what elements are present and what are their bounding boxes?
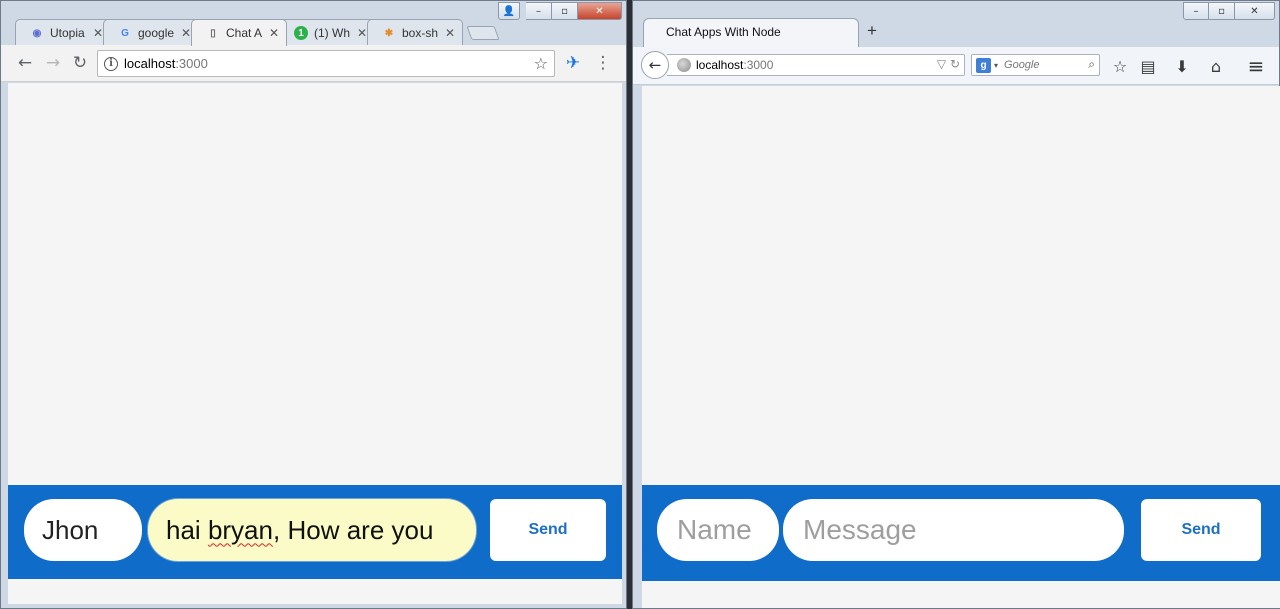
search-box[interactable]: g ▾ Google ⌕ xyxy=(971,54,1100,76)
firefox-toolbar: localhost:3000 ▽ ↻ ← g ▾ Google ⌕ ☆ ▤ ⬇ … xyxy=(633,47,1279,85)
message-word-misspelled: bryan xyxy=(207,514,273,545)
chrome-titlebar: 👤 – ▫ ✕ ◉ Utopia ✕ G google ✕ ▯ Chat A ✕ xyxy=(1,1,626,46)
url-host: localhost xyxy=(124,56,176,71)
message-word: How xyxy=(287,514,340,545)
bookmark-star-icon[interactable]: ☆ xyxy=(534,54,548,73)
chrome-tab-strip: ◉ Utopia ✕ G google ✕ ▯ Chat A ✕ 1 (1) W… xyxy=(15,19,500,46)
chat-input-bar: Name Message Send xyxy=(642,485,1280,581)
firefox-window-controls: – ▫ ✕ xyxy=(1183,2,1275,20)
message-input[interactable]: hai bryan, How are you xyxy=(148,499,476,561)
tab-utopia[interactable]: ◉ Utopia ✕ xyxy=(15,19,111,46)
reload-icon[interactable]: ↻ xyxy=(70,53,90,73)
engine-caret-icon[interactable]: ▾ xyxy=(994,61,998,70)
extension-icon[interactable]: ✈ xyxy=(563,53,583,73)
message-word: hai xyxy=(166,514,201,545)
google-engine-icon[interactable]: g xyxy=(976,57,991,73)
chrome-toolbar: ← → ↻ i localhost:3000 ☆ ✈ ⋮ xyxy=(1,45,626,82)
address-bar[interactable]: i localhost:3000 ☆ xyxy=(97,50,555,77)
tab-chat-app[interactable]: ▯ Chat A ✕ xyxy=(191,19,287,46)
close-button[interactable]: ✕ xyxy=(578,2,622,20)
menu-hamburger-icon[interactable]: ≡ xyxy=(1245,54,1267,78)
name-placeholder: Name xyxy=(677,514,752,545)
notification-icon: 1 xyxy=(294,26,308,40)
message-input[interactable]: Message xyxy=(783,499,1124,561)
tab-label: Utopia xyxy=(50,26,85,40)
chrome-window-controls: 👤 – ▫ ✕ xyxy=(498,2,622,20)
send-button[interactable]: Send xyxy=(1141,499,1261,561)
reload-icon[interactable]: ↻ xyxy=(950,57,960,71)
tab-label: (1) Wh xyxy=(314,26,350,40)
forward-arrow-icon[interactable]: → xyxy=(43,53,63,73)
address-bar[interactable]: localhost:3000 ▽ ↻ xyxy=(667,54,965,76)
minimize-button[interactable]: – xyxy=(1183,2,1209,20)
tab-title: Chat Apps With Node xyxy=(666,25,781,39)
firefox-page-content: Name Message Send xyxy=(642,86,1280,608)
download-icon[interactable]: ⬇ xyxy=(1171,55,1193,77)
new-tab-button[interactable] xyxy=(466,26,500,40)
url-tools: ▽ ↻ xyxy=(937,57,960,71)
message-word: are xyxy=(346,514,385,545)
chat-input-bar: Jhon hai bryan, How are you Send xyxy=(8,485,622,579)
message-placeholder: Message xyxy=(803,514,917,545)
url-dropdown-icon[interactable]: ▽ xyxy=(937,57,946,71)
tab-label: box-sh xyxy=(402,26,439,40)
name-value: Jhon xyxy=(42,514,99,545)
back-arrow-icon[interactable]: ← xyxy=(641,51,669,79)
maximize-button[interactable]: ▫ xyxy=(1209,2,1235,20)
firefox-window: – ▫ ✕ Chat Apps With Node + localhost:30… xyxy=(632,0,1280,609)
reading-list-icon[interactable]: ▤ xyxy=(1137,55,1159,77)
message-word: you xyxy=(391,514,434,545)
send-button[interactable]: Send xyxy=(490,499,606,561)
asterisk-icon: ✱ xyxy=(384,27,394,39)
message-word: , xyxy=(272,514,281,545)
page-icon: ▯ xyxy=(210,27,216,39)
new-tab-plus-icon[interactable]: + xyxy=(867,21,877,41)
tab-close-icon[interactable]: ✕ xyxy=(444,26,456,40)
search-placeholder: Google xyxy=(1004,59,1040,71)
search-icon[interactable]: ⌕ xyxy=(1088,57,1095,72)
profile-button[interactable]: 👤 xyxy=(498,2,520,20)
home-icon[interactable]: ⌂ xyxy=(1205,55,1227,77)
url-port: :3000 xyxy=(175,56,208,71)
bookmark-star-icon[interactable]: ☆ xyxy=(1109,55,1131,77)
tab-label: Chat A xyxy=(226,26,263,40)
tab-chat-apps-with-node[interactable]: Chat Apps With Node xyxy=(643,18,859,48)
url-port: :3000 xyxy=(743,58,774,72)
minimize-button[interactable]: – xyxy=(526,2,552,20)
tab-close-icon[interactable]: ✕ xyxy=(268,26,280,40)
utopia-icon: ◉ xyxy=(32,27,42,39)
chrome-page-content: Jhon hai bryan, How are you Send xyxy=(8,83,622,604)
google-icon: G xyxy=(121,27,129,39)
menu-kebab-icon[interactable]: ⋮ xyxy=(593,53,613,73)
name-input[interactable]: Name xyxy=(657,499,779,561)
tab-box-shadow[interactable]: ✱ box-sh ✕ xyxy=(367,19,463,46)
maximize-button[interactable]: ▫ xyxy=(552,2,578,20)
globe-icon xyxy=(677,58,691,72)
url-host: localhost xyxy=(696,58,744,72)
info-icon[interactable]: i xyxy=(104,56,118,71)
tab-label: google xyxy=(138,26,175,40)
tab-whatsapp[interactable]: 1 (1) Wh ✕ xyxy=(279,19,375,46)
name-input[interactable]: Jhon xyxy=(24,499,142,561)
chrome-window: 👤 – ▫ ✕ ◉ Utopia ✕ G google ✕ ▯ Chat A ✕ xyxy=(0,0,627,609)
back-arrow-icon[interactable]: ← xyxy=(15,53,35,73)
tab-google[interactable]: G google ✕ xyxy=(103,19,199,46)
close-button[interactable]: ✕ xyxy=(1235,2,1275,20)
